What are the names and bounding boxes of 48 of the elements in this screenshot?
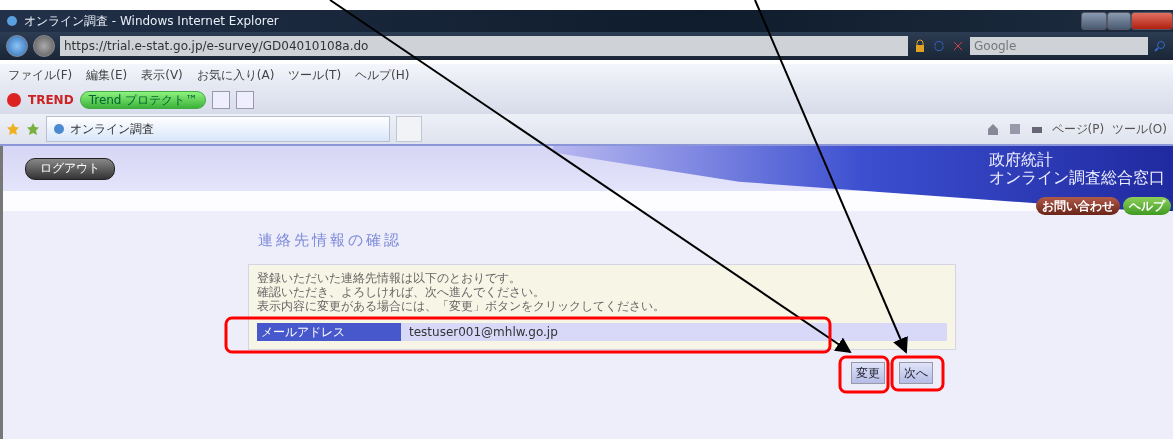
favorites-star-icon[interactable]: [6, 122, 20, 136]
highlight-frame: [838, 355, 890, 394]
field-value: testuser001@mhlw.go.jp: [408, 324, 558, 341]
contact-button[interactable]: お問い合わせ: [1036, 197, 1120, 215]
page-heading: 連絡先情報の確認: [258, 231, 403, 250]
menu-item[interactable]: ツール(T): [288, 66, 342, 84]
intro-text: 表示内容に変更がある場合には、「変更」ボタンをクリックしてください。: [257, 299, 666, 313]
protect-button[interactable]: Trend プロテクト™: [79, 91, 207, 109]
menu-item[interactable]: 表示(V): [141, 66, 183, 84]
home-icon[interactable]: [985, 122, 1000, 136]
new-tab-button[interactable]: [396, 116, 422, 142]
highlight-frame: [890, 355, 945, 392]
command-button[interactable]: ツール(O): [1112, 120, 1167, 138]
page-icon: [53, 123, 65, 135]
back-button[interactable]: [6, 35, 28, 57]
browser-icon: [6, 15, 18, 27]
field-label: メールアドレス: [257, 323, 401, 341]
add-favorites-icon[interactable]: [26, 122, 40, 136]
form-button[interactable]: 変更: [851, 362, 885, 384]
minimize-button[interactable]: [1081, 12, 1107, 30]
brand-logo: TREND: [28, 93, 74, 107]
forward-button[interactable]: [33, 35, 55, 57]
site-title: 政府統計: [989, 151, 1053, 169]
menu-item[interactable]: 編集(E): [86, 66, 128, 84]
browser-tab[interactable]: オンライン調査: [46, 116, 390, 142]
toolbar-button[interactable]: [236, 91, 255, 109]
window-title: オンライン調査 - Windows Internet Explorer: [24, 12, 279, 30]
logo-icon: [6, 92, 22, 108]
refresh-icon[interactable]: [932, 39, 946, 53]
maximize-button[interactable]: [1107, 12, 1131, 30]
stop-icon[interactable]: [951, 39, 965, 53]
logout-button[interactable]: ログアウト: [25, 157, 115, 180]
menu-item[interactable]: ファイル(F): [8, 66, 73, 84]
tab-title: オンライン調査: [70, 120, 154, 138]
command-button[interactable]: ページ(P): [1051, 120, 1105, 138]
menu-item[interactable]: お気に入り(A): [196, 66, 275, 84]
menu-item[interactable]: ヘルプ(H): [355, 66, 410, 84]
address-field[interactable]: https://trial.e-stat.go.jp/e-survey/GD04010108a.do: [60, 36, 908, 56]
intro-text: 登録いただいた連絡先情報は以下のとおりです。: [257, 271, 522, 285]
search-field[interactable]: Google: [970, 37, 1148, 55]
intro-text: 確認いただき、よろしければ、次へ進んでください。: [257, 285, 546, 299]
site-title: オンライン調査総合窓口: [989, 169, 1165, 187]
search-icon[interactable]: [1153, 39, 1167, 53]
lock-icon[interactable]: [913, 39, 927, 53]
close-button[interactable]: [1131, 12, 1173, 30]
url-text: https://trial.e-stat.go.jp/e-survey/GD04010108a.do: [64, 39, 369, 53]
toolbar-button[interactable]: [212, 91, 231, 109]
form-button[interactable]: 次へ: [899, 362, 933, 384]
